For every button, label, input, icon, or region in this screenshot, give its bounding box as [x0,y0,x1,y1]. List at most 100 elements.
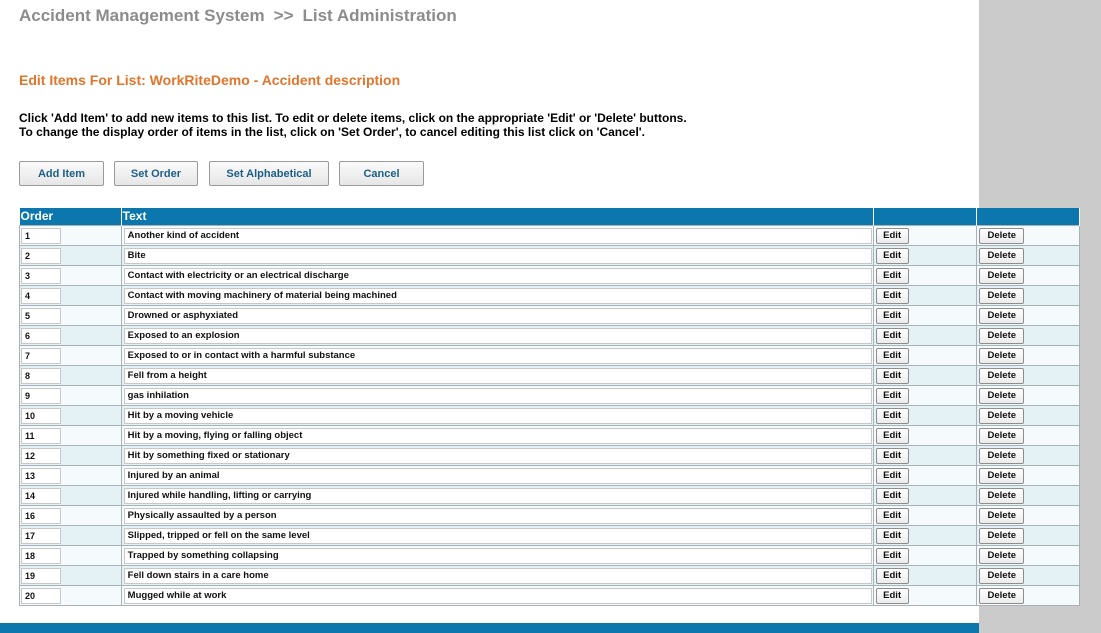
order-input[interactable]: 17 [21,527,61,544]
item-text-field[interactable]: Another kind of accident [123,227,872,244]
table-row: 10 Hit by a moving vehicle Edit Delete [19,404,1080,426]
order-input[interactable]: 19 [21,567,61,584]
delete-button[interactable]: Delete [979,307,1025,324]
order-input[interactable]: 9 [21,387,61,404]
order-input[interactable]: 18 [21,547,61,564]
order-input[interactable]: 3 [21,267,61,284]
delete-button[interactable]: Delete [979,527,1025,544]
edit-cell: Edit [872,504,978,526]
edit-cell: Edit [872,224,978,246]
item-text-field[interactable]: Contact with electricity or an electrica… [123,267,872,284]
delete-cell: Delete [976,564,1080,586]
edit-button[interactable]: Edit [875,287,909,304]
edit-button[interactable]: Edit [875,347,909,364]
item-text-field[interactable]: gas inhilation [123,387,872,404]
edit-button[interactable]: Edit [875,407,909,424]
delete-button[interactable]: Delete [979,387,1025,404]
delete-button[interactable]: Delete [979,467,1025,484]
edit-button[interactable]: Edit [875,327,909,344]
edit-button[interactable]: Edit [875,487,909,504]
order-input[interactable]: 12 [21,447,61,464]
item-text-field[interactable]: Contact with moving machinery of materia… [123,287,872,304]
delete-cell: Delete [976,304,1080,326]
item-text-field[interactable]: Trapped by something collapsing [123,547,872,564]
edit-button[interactable]: Edit [875,367,909,384]
item-text-field[interactable]: Injured while handling, lifting or carry… [123,487,872,504]
delete-button[interactable]: Delete [979,507,1025,524]
delete-button[interactable]: Delete [979,227,1025,244]
delete-cell: Delete [976,404,1080,426]
delete-button[interactable]: Delete [979,547,1025,564]
item-text-field[interactable]: Drowned or asphyxiated [123,307,872,324]
order-input[interactable]: 7 [21,347,61,364]
order-input[interactable]: 10 [21,407,61,424]
edit-button[interactable]: Edit [875,387,909,404]
item-text-field[interactable]: Fell down stairs in a care home [123,567,872,584]
breadcrumb-app: Accident Management System [19,6,265,25]
add-item-button[interactable]: Add Item [19,161,104,186]
delete-button[interactable]: Delete [979,567,1025,584]
item-text-field[interactable]: Exposed to an explosion [123,327,872,344]
item-text-field[interactable]: Hit by something fixed or stationary [123,447,872,464]
edit-button[interactable]: Edit [875,567,909,584]
order-input[interactable]: 2 [21,247,61,264]
edit-button[interactable]: Edit [875,227,909,244]
text-cell: Slipped, tripped or fell on the same lev… [120,524,874,546]
delete-button[interactable]: Delete [979,447,1025,464]
delete-button[interactable]: Delete [979,587,1025,604]
item-text-field[interactable]: Hit by a moving vehicle [123,407,872,424]
text-cell: Exposed to an explosion [120,324,874,346]
item-text-field[interactable]: Injured by an animal [123,467,872,484]
edit-button[interactable]: Edit [875,307,909,324]
delete-button[interactable]: Delete [979,407,1025,424]
order-input[interactable]: 6 [21,327,61,344]
item-text-field[interactable]: Hit by a moving, flying or falling objec… [123,427,872,444]
delete-button[interactable]: Delete [979,287,1025,304]
edit-cell: Edit [872,564,978,586]
edit-button[interactable]: Edit [875,427,909,444]
delete-button[interactable]: Delete [979,487,1025,504]
item-text-field[interactable]: Fell from a height [123,367,872,384]
order-input[interactable]: 5 [21,307,61,324]
item-text-field[interactable]: Exposed to or in contact with a harmful … [123,347,872,364]
item-text-field[interactable]: Mugged while at work [123,587,872,604]
edit-button[interactable]: Edit [875,587,909,604]
item-text-field[interactable]: Slipped, tripped or fell on the same lev… [123,527,872,544]
edit-button[interactable]: Edit [875,467,909,484]
order-input[interactable]: 1 [21,227,61,244]
edit-cell: Edit [872,384,978,406]
order-input[interactable]: 14 [21,487,61,504]
edit-button[interactable]: Edit [875,247,909,264]
delete-cell: Delete [976,524,1080,546]
order-input[interactable]: 8 [21,367,61,384]
delete-button[interactable]: Delete [979,327,1025,344]
set-alphabetical-button[interactable]: Set Alphabetical [209,161,329,186]
delete-button[interactable]: Delete [979,247,1025,264]
edit-cell: Edit [872,284,978,306]
edit-button[interactable]: Edit [875,507,909,524]
edit-button[interactable]: Edit [875,547,909,564]
order-cell: 7 [19,344,122,366]
item-text-field[interactable]: Physically assaulted by a person [123,507,872,524]
edit-button[interactable]: Edit [875,447,909,464]
cancel-button[interactable]: Cancel [339,161,424,186]
order-input[interactable]: 11 [21,427,61,444]
edit-button[interactable]: Edit [875,267,909,284]
edit-button[interactable]: Edit [875,527,909,544]
table-row: 18 Trapped by something collapsing Edit Del… [19,544,1080,566]
item-text-field[interactable]: Bite [123,247,872,264]
breadcrumb-separator: >> [273,6,294,25]
instructions-line-2: To change the display order of items in … [19,125,645,139]
order-input[interactable]: 4 [21,287,61,304]
order-input[interactable]: 13 [21,467,61,484]
delete-button[interactable]: Delete [979,267,1025,284]
delete-button[interactable]: Delete [979,347,1025,364]
order-input[interactable]: 20 [21,587,61,604]
edit-cell: Edit [872,304,978,326]
delete-button[interactable]: Delete [979,427,1025,444]
order-input[interactable]: 16 [21,507,61,524]
text-cell: Drowned or asphyxiated [120,304,874,326]
delete-button[interactable]: Delete [979,367,1025,384]
set-order-button[interactable]: Set Order [114,161,198,186]
table-row: 19 Fell down stairs in a care home Edit Del… [19,564,1080,586]
